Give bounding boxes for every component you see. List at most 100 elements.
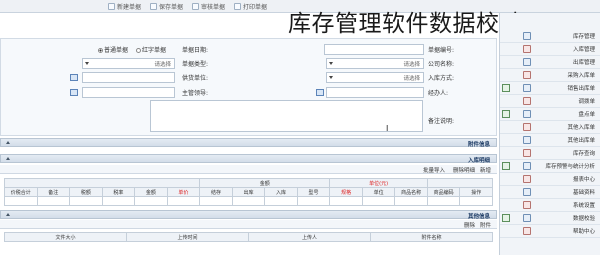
column-header: 型号 [296, 187, 331, 197]
sidebar-item[interactable]: 采购入库单 [500, 69, 600, 82]
sidebar-item[interactable]: 盘点单 [500, 108, 600, 121]
chevron-down-icon [329, 76, 333, 79]
lookup-icon[interactable] [70, 74, 78, 81]
column-header: 税额 [69, 187, 103, 197]
table-row[interactable] [4, 196, 493, 206]
folder-icon [523, 32, 531, 40]
audit-icon [192, 3, 199, 10]
save-icon [150, 3, 157, 10]
detail-grid: 金额 单位(元) 价税合计 备注 税额 税率 金额 单价 结存 出库 入库 型号… [3, 178, 494, 206]
sidebar-item[interactable]: 库存预警与统计分析 [500, 160, 600, 173]
remark-label: 备注说明: [428, 118, 455, 125]
grid-header-row: 价税合计 备注 税额 税率 金额 单价 结存 出库 入库 型号 规格 单位 商品… [4, 187, 493, 197]
remark-textarea[interactable] [150, 100, 423, 132]
document-icon [523, 149, 531, 157]
supplier-input[interactable] [82, 72, 175, 83]
form-row-1: 普通单据 红字单据 单据日期: 单据编号: [0, 43, 497, 57]
sidebar-item[interactable]: 库存查询 [500, 147, 600, 160]
unit-group-header: 单位(元) [329, 178, 428, 188]
sidebar-item[interactable]: 报表中心 [500, 173, 600, 186]
sidebar-item[interactable]: 基础资料 [500, 186, 600, 199]
company-select[interactable]: 请选择 [326, 58, 424, 69]
chart-icon [523, 162, 531, 170]
bill-date-input[interactable] [324, 44, 424, 55]
bill-type-select[interactable]: 请选择 [82, 58, 175, 69]
sidebar-item[interactable]: 数据校验 [500, 212, 600, 225]
lookup-icon[interactable] [316, 89, 324, 96]
inbound-method-select[interactable]: 请选择 [326, 72, 424, 83]
supplier-label: 供货单位: [182, 75, 209, 82]
handler-label: 经办人: [428, 90, 449, 97]
section-bar-attachments[interactable]: 附件信息 [0, 138, 497, 148]
collapse-icon[interactable] [6, 141, 10, 144]
collapse-icon[interactable] [6, 157, 10, 160]
leader-input[interactable] [82, 87, 175, 98]
attachment-header-row: 文件大小 上传时间 上传人 附件名称 [4, 232, 493, 242]
sidebar-item[interactable]: 调拨单 [500, 95, 600, 108]
column-header: 文件大小 [4, 232, 127, 242]
company-label: 公司名称: [428, 61, 455, 68]
tab-remove[interactable]: 删除 [464, 221, 475, 229]
print-icon [234, 3, 241, 10]
database-icon [523, 188, 531, 196]
chevron-down-icon [85, 62, 89, 65]
toolbar-print-button[interactable]: 打印单据 [234, 2, 267, 11]
inbound-method-label: 入库方式: [428, 75, 455, 82]
handler-input[interactable] [326, 87, 424, 98]
bill-type-radios[interactable]: 普通单据 红字单据 [98, 45, 166, 54]
column-header: 操作 [459, 187, 493, 197]
column-header: 备注 [36, 187, 71, 197]
toolbar-new-button[interactable]: 新建单据 [108, 2, 141, 11]
form-row-4: 主管领导: 经办人: [0, 86, 497, 100]
tab-delete-detail[interactable]: 删除明细 [453, 166, 475, 174]
grid-group-header-row: 金额 单位(元) [3, 178, 494, 188]
tab-batch-import[interactable]: 批量导入 [423, 166, 445, 174]
column-header: 商品名称 [394, 187, 428, 197]
toolbar-save-button[interactable]: 保存单据 [150, 2, 183, 11]
section-bar-other[interactable]: 其他信息 [0, 210, 497, 220]
bill-date-label: 单据日期: [182, 47, 209, 54]
sidebar-item[interactable]: 其他入库单 [500, 121, 600, 134]
checkbox-icon [502, 84, 510, 92]
chevron-down-icon [329, 62, 333, 65]
sidebar-item[interactable]: 系统设置 [500, 199, 600, 212]
sidebar-item[interactable]: 其他出库单 [500, 134, 600, 147]
tab-attachment[interactable]: 附件 [480, 221, 491, 229]
radio-red[interactable] [135, 48, 141, 53]
document-icon [523, 84, 531, 92]
column-header: 单位 [361, 187, 396, 197]
sidebar-item[interactable]: 入库管理 [500, 43, 600, 56]
attachment-grid: 文件大小 上传时间 上传人 附件名称 [4, 232, 493, 242]
sidebar-item[interactable]: 销售出库单 [500, 82, 600, 95]
sidebar-item[interactable]: 出库管理 [500, 56, 600, 69]
collapse-icon[interactable] [6, 213, 10, 216]
sidebar-item[interactable]: 库存管理 [500, 30, 600, 43]
column-header: 单价 [166, 187, 201, 197]
main-form-area: 普通单据 红字单据 单据日期: 单据编号: 请选择 单据类型: 请选择 公司名称… [0, 38, 497, 255]
report-icon [523, 175, 531, 183]
sidebar-item[interactable]: 帮助中心 [500, 225, 600, 238]
check-icon [523, 214, 531, 222]
lookup-icon[interactable] [70, 89, 78, 96]
detail-tabs: 新增 删除明细 批量导入 [0, 165, 497, 174]
column-header: 规格 [329, 187, 363, 197]
right-sidebar: 库存管理 入库管理 出库管理 采购入库单 销售出库单 调拨单 盘点单 其他入库单… [499, 13, 600, 255]
column-header: 上传人 [248, 232, 371, 242]
document-icon [523, 71, 531, 79]
radio-normal[interactable] [98, 48, 103, 53]
document-icon [523, 123, 531, 131]
text-cursor-icon: I [386, 124, 389, 133]
document-icon [523, 97, 531, 105]
section-bar-details[interactable]: 入库明细 [0, 154, 497, 164]
tab-add[interactable]: 新增 [480, 166, 491, 174]
column-header: 入库 [264, 187, 298, 197]
checkbox-icon [502, 214, 510, 222]
column-header: 出库 [231, 187, 266, 197]
column-header: 结存 [199, 187, 233, 197]
attachment-tabs: 附件 删除 [0, 220, 497, 229]
toolbar-audit-button[interactable]: 审核单据 [192, 2, 225, 11]
column-header: 上传时间 [126, 232, 249, 242]
column-header: 税率 [101, 187, 136, 197]
column-header: 金额 [134, 187, 168, 197]
column-header: 商品编码 [426, 187, 461, 197]
